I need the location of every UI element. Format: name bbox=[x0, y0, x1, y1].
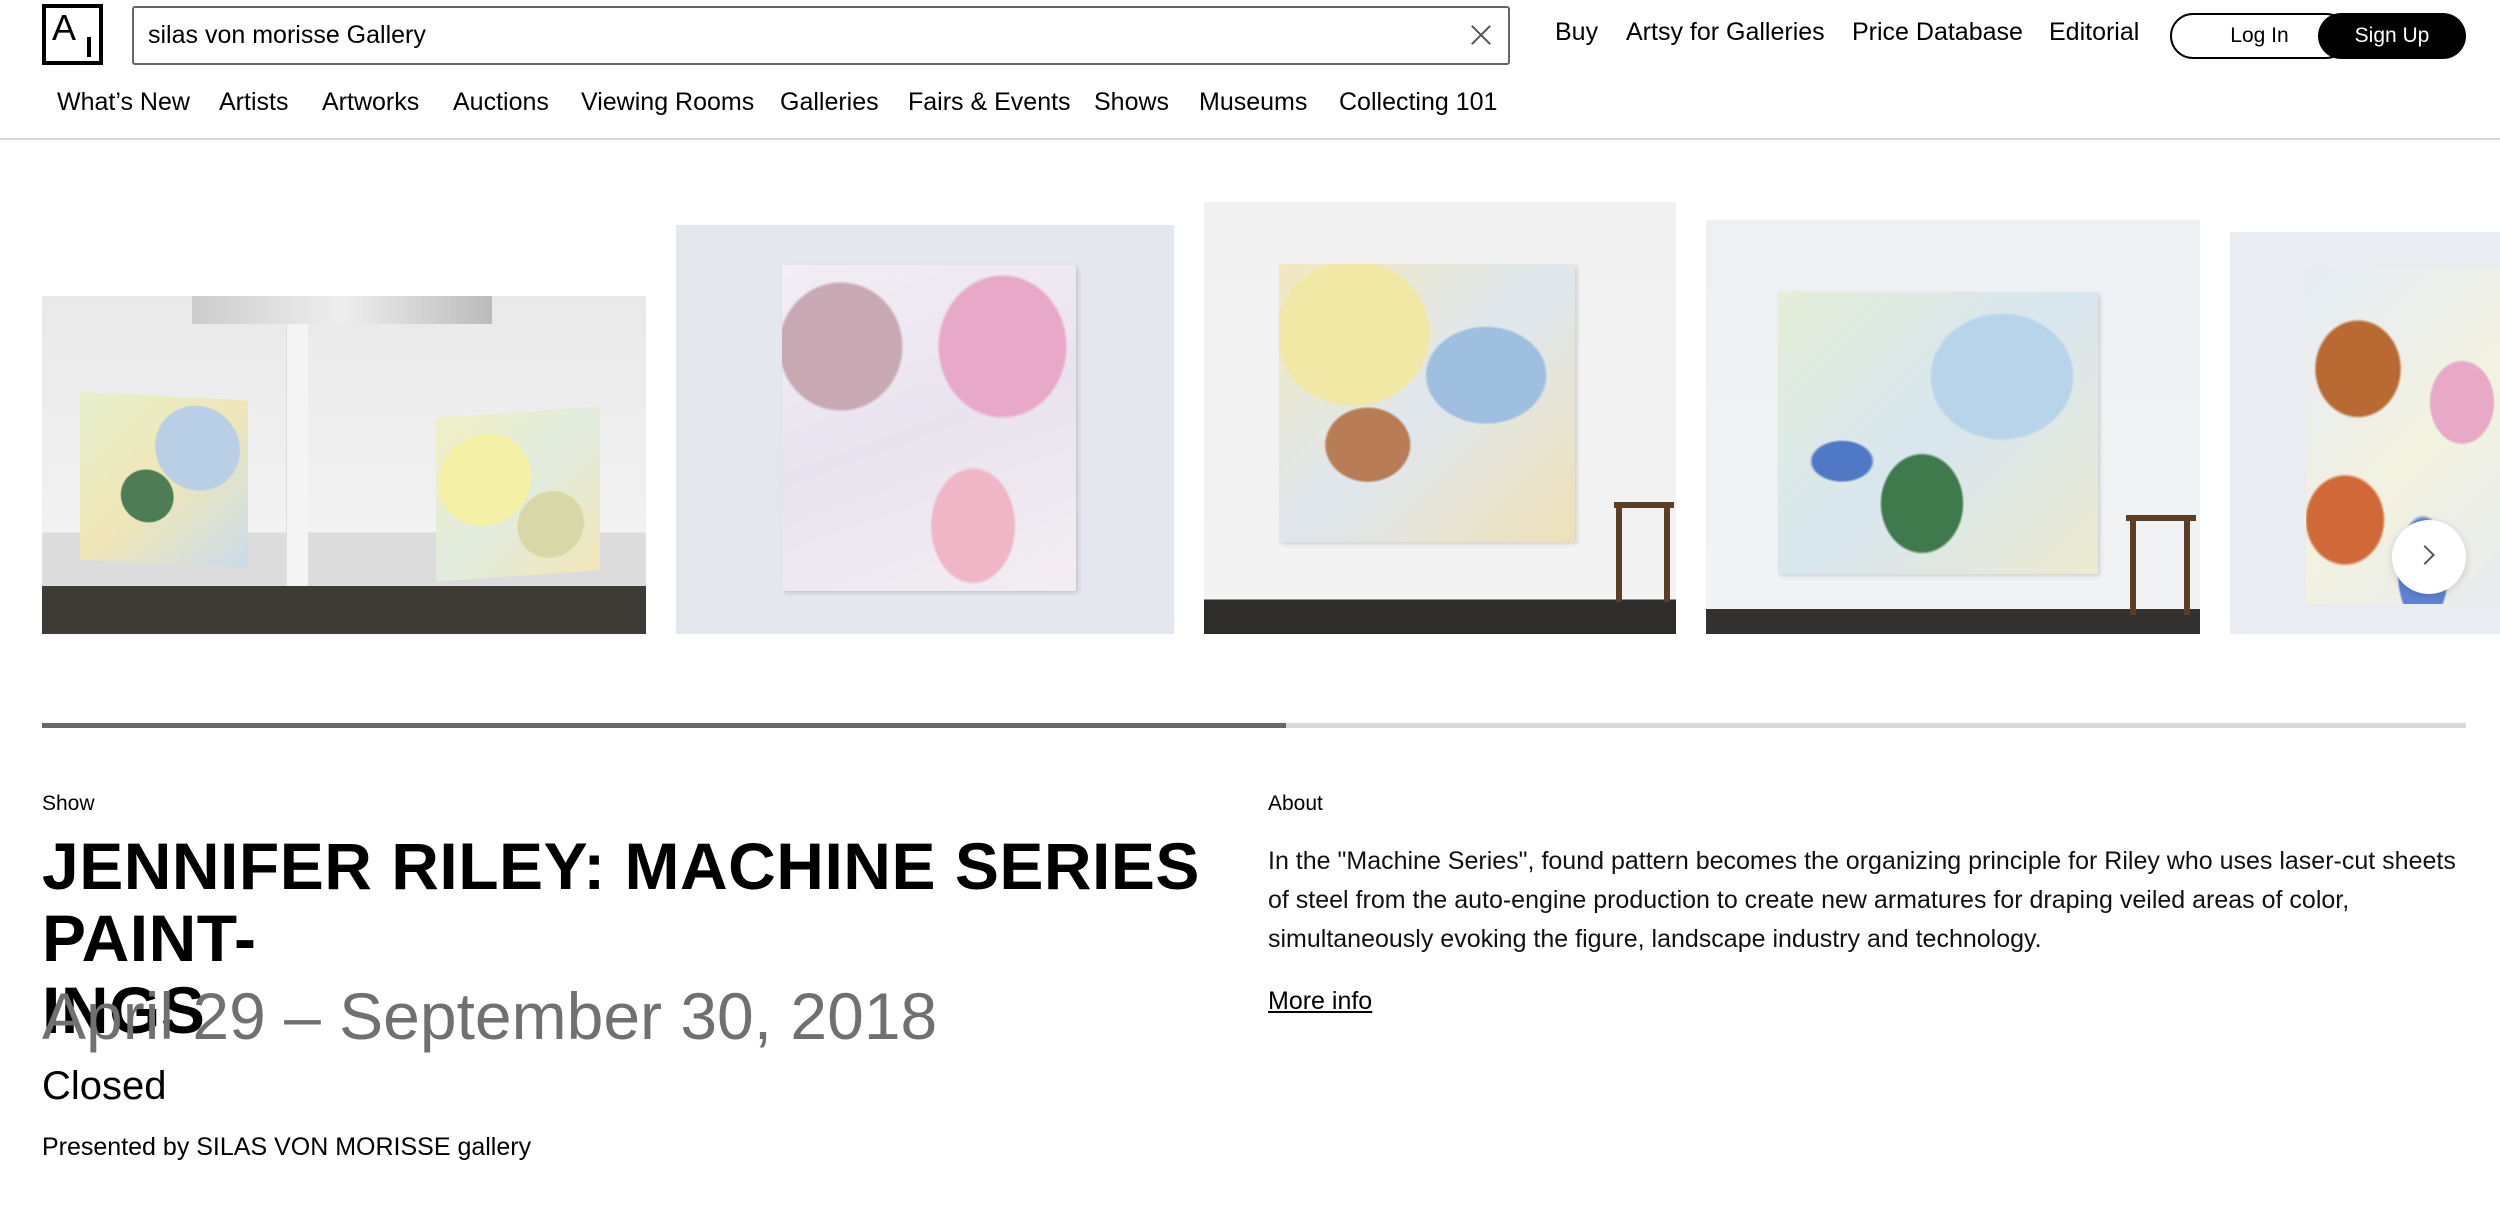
about-kicker: About bbox=[1268, 792, 1323, 815]
nav-buy[interactable]: Buy bbox=[1555, 18, 1598, 47]
image-carousel bbox=[0, 140, 2500, 700]
carousel-progress-bar bbox=[42, 723, 2466, 728]
chevron-right-icon bbox=[2415, 545, 2435, 565]
subnav-museums[interactable]: Museums bbox=[1199, 88, 1307, 117]
subnav-fairs-events[interactable]: Fairs & Events bbox=[908, 88, 1071, 117]
top-bar: A Buy Artsy for Galleries Price Database… bbox=[0, 0, 2500, 70]
subnav-shows[interactable]: Shows bbox=[1094, 88, 1169, 117]
signup-button[interactable]: Sign Up bbox=[2318, 13, 2466, 59]
nav-artsy-for-galleries[interactable]: Artsy for Galleries bbox=[1626, 18, 1825, 47]
show-kicker: Show bbox=[42, 792, 95, 815]
carousel-image-4[interactable] bbox=[1706, 220, 2200, 634]
search-input[interactable] bbox=[148, 8, 1448, 63]
sub-nav: What’s New Artists Artworks Auctions Vie… bbox=[0, 82, 2500, 140]
more-info-link[interactable]: More info bbox=[1268, 987, 1372, 1016]
carousel-image-3[interactable] bbox=[1204, 202, 1676, 634]
carousel-image-1[interactable] bbox=[42, 296, 646, 634]
artsy-logo[interactable]: A bbox=[42, 4, 103, 65]
subnav-artists[interactable]: Artists bbox=[219, 88, 288, 117]
subnav-galleries[interactable]: Galleries bbox=[780, 88, 879, 117]
show-dates: April 29 – September 30, 2018 bbox=[42, 979, 938, 1053]
search-box bbox=[132, 6, 1510, 65]
subnav-collecting-101[interactable]: Collecting 101 bbox=[1339, 88, 1497, 117]
carousel-next-button[interactable] bbox=[2392, 520, 2466, 594]
about-text: In the "Machine Series", found pattern b… bbox=[1268, 847, 2456, 953]
subnav-artworks[interactable]: Artworks bbox=[322, 88, 419, 117]
show-status: Closed bbox=[42, 1064, 167, 1108]
logo-bar bbox=[87, 37, 91, 57]
carousel-progress-fill bbox=[42, 723, 1286, 728]
nav-price-database[interactable]: Price Database bbox=[1852, 18, 2023, 47]
subnav-auctions[interactable]: Auctions bbox=[453, 88, 549, 117]
carousel-image-2[interactable] bbox=[676, 225, 1174, 634]
logo-letter: A bbox=[52, 7, 77, 48]
subnav-whats-new[interactable]: What’s New bbox=[57, 88, 190, 117]
subnav-viewing-rooms[interactable]: Viewing Rooms bbox=[581, 88, 754, 117]
nav-editorial[interactable]: Editorial bbox=[2049, 18, 2139, 47]
clear-search-icon[interactable] bbox=[1468, 22, 1494, 48]
presented-by: Presented by SILAS VON MORISSE gallery bbox=[42, 1133, 532, 1161]
